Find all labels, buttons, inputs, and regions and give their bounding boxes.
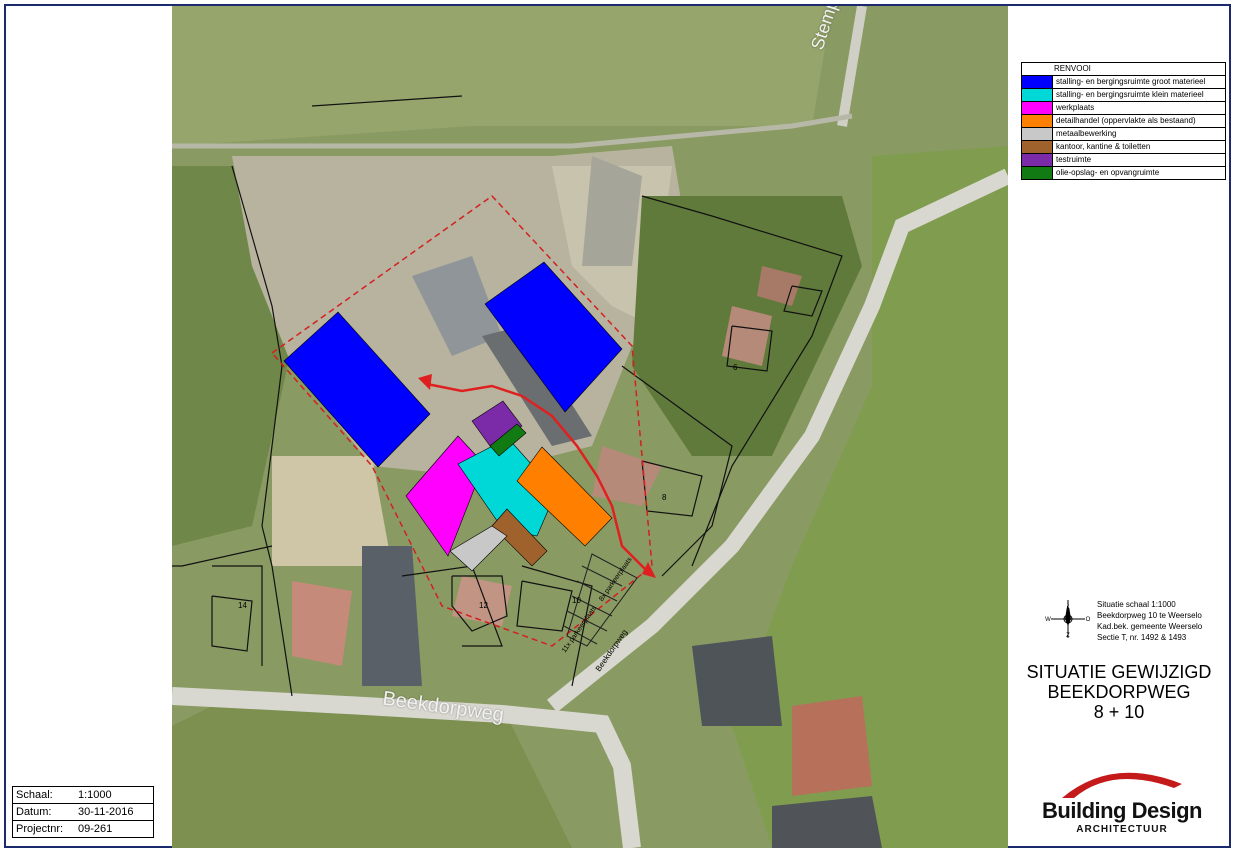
legend-swatch: [1022, 141, 1053, 153]
legend-label: kantoor, kantine & toiletten: [1056, 142, 1151, 151]
legend-item: detailhandel (oppervlakte als bestaand): [1022, 115, 1225, 128]
house-number-8: 8: [662, 493, 667, 502]
project-info: Situatie schaal 1:1000 Beekdorpweg 10 te…: [1097, 599, 1202, 643]
legend-item: stalling- en bergingsruimte klein materi…: [1022, 89, 1225, 102]
info-line: Kad.bek. gemeente Weerselo: [1097, 622, 1203, 631]
title-block-key: Schaal:: [16, 789, 53, 801]
legend-item: olie-opslag- en opvangruimte: [1022, 167, 1225, 179]
legend-label: olie-opslag- en opvangruimte: [1056, 168, 1160, 177]
info-line: Sectie T, nr. 1492 & 1493: [1097, 633, 1187, 642]
sheet-title-line: SITUATIE GEWIJZIGD: [1026, 662, 1212, 682]
company-logo: Building Design ARCHITECTUUR: [1022, 762, 1222, 842]
legend-item: werkplaats: [1022, 102, 1225, 115]
title-block-row: Datum: 30-11-2016: [13, 804, 153, 821]
legend-label: stalling- en bergingsruimte klein materi…: [1056, 90, 1204, 99]
legend-label: metaalbewerking: [1056, 129, 1117, 138]
house-number-10: 10: [572, 596, 581, 605]
legend-item: metaalbewerking: [1022, 128, 1225, 141]
legend-label: werkplaats: [1056, 103, 1095, 112]
logo-name: Building Design: [1042, 798, 1202, 823]
title-block-key: Projectnr:: [16, 823, 64, 835]
legend-swatch: [1022, 76, 1053, 88]
logo-arc-icon: [1062, 772, 1182, 798]
aerial-map: Beekdorpweg Stempels Beekdorpweg 8x park…: [172, 6, 1008, 848]
sheet-title-line: BEEKDORPWEG: [1047, 682, 1191, 702]
sheet-title: SITUATIE GEWIJZIGD BEEKDORPWEG 8 + 10: [1010, 662, 1228, 722]
legend-swatch: [1022, 167, 1053, 179]
info-line: Beekdorpweg 10 te Weerselo: [1097, 611, 1202, 620]
legend-item: kantoor, kantine & toiletten: [1022, 141, 1225, 154]
title-block-row: Schaal: 1:1000: [13, 787, 153, 804]
logo-subtitle: ARCHITECTUUR: [1076, 824, 1168, 835]
compass-north: N: [1066, 604, 1070, 610]
legend: RENVOOI stalling- en bergingsruimte groo…: [1021, 62, 1226, 180]
legend-swatch: [1022, 115, 1053, 127]
legend-swatch: [1022, 154, 1053, 166]
legend-title: RENVOOI: [1022, 63, 1225, 76]
compass-icon: N Z W O: [1045, 600, 1091, 639]
legend-item: stalling- en bergingsruimte groot materi…: [1022, 76, 1225, 89]
title-block: Schaal: 1:1000 Datum: 30-11-2016 Projectnr…: [12, 786, 154, 838]
sheet-title-line: 8 + 10: [1093, 702, 1145, 722]
compass-east: O: [1086, 617, 1091, 623]
house-number-6: 6: [733, 363, 738, 372]
compass-west: W: [1045, 617, 1051, 623]
title-block-key: Datum:: [16, 806, 52, 818]
title-block-value: 1:1000: [78, 789, 112, 801]
legend-swatch: [1022, 102, 1053, 114]
legend-item: testruimte: [1022, 154, 1225, 167]
title-block-value: 09-261: [78, 823, 113, 835]
house-number-14: 14: [238, 601, 247, 610]
house-number-12: 12: [479, 601, 488, 610]
legend-label: stalling- en bergingsruimte groot materi…: [1056, 77, 1206, 86]
info-line: Situatie schaal 1:1000: [1097, 600, 1176, 609]
legend-label: detailhandel (oppervlakte als bestaand): [1056, 116, 1196, 125]
compass-south: Z: [1066, 633, 1070, 639]
title-block-row: Projectnr: 09-261: [13, 821, 153, 837]
map-graphic: [172, 6, 1008, 848]
legend-swatch: [1022, 128, 1053, 140]
legend-swatch: [1022, 89, 1053, 101]
title-block-value: 30-11-2016: [78, 806, 134, 818]
legend-label: testruimte: [1056, 155, 1092, 164]
